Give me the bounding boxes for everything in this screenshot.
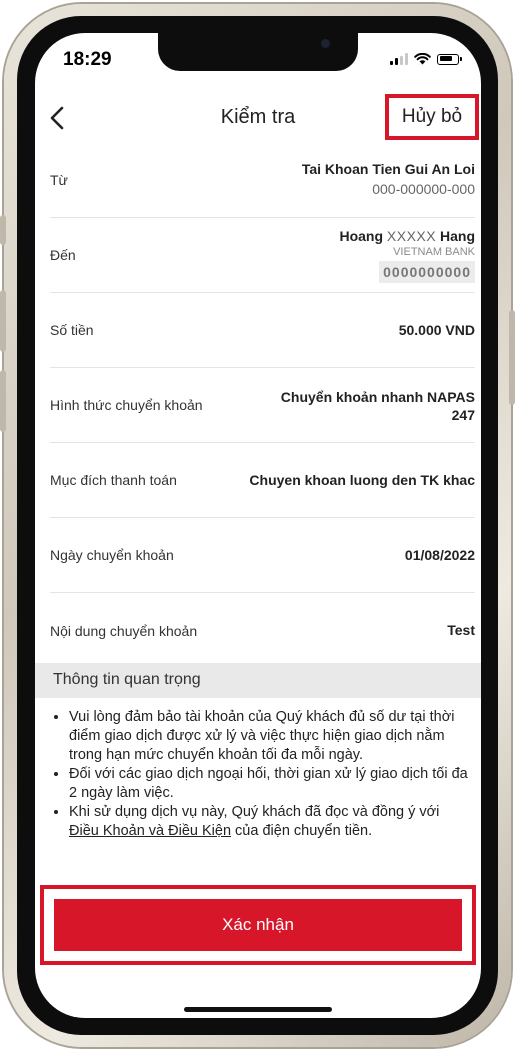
- wifi-icon: [414, 53, 431, 65]
- to-value: Hoang XXXXX Hang VIETNAM BANK 0000000000: [339, 227, 475, 283]
- header: Kiểm tra Hủy bỏ: [35, 93, 481, 143]
- to-name-mask: XXXXX: [386, 228, 437, 244]
- to-name: Hoang XXXXX Hang: [339, 227, 475, 245]
- signal-icon: [390, 53, 408, 65]
- content-label: Nội dung chuyển khoản: [50, 622, 198, 639]
- from-account-number: 000-000000-000: [372, 181, 475, 197]
- info-item: Vui lòng đảm bảo tài khoản của Quý khách…: [69, 708, 473, 765]
- row-content: Nội dung chuyển khoản Test: [50, 593, 475, 668]
- row-date: Ngày chuyển khoản 01/08/2022: [50, 518, 475, 593]
- method-value-line1: Chuyển khoản nhanh NAPAS: [280, 389, 475, 405]
- confirm-area: Xác nhận: [40, 885, 476, 965]
- important-info-title: Thông tin quan trọng: [53, 671, 201, 688]
- to-bank: VIETNAM BANK: [393, 246, 475, 258]
- purpose-label: Mục đích thanh toán: [50, 472, 177, 488]
- to-name-last: Hang: [436, 228, 475, 244]
- transfer-details: Từ Tai Khoan Tien Gui An Loi 000-000000-…: [35, 143, 481, 668]
- mute-switch: [0, 215, 6, 245]
- notch: [158, 33, 358, 71]
- volume-down-button: [0, 370, 6, 432]
- row-to: Đến Hoang XXXXX Hang VIETNAM BANK 000000…: [50, 218, 475, 293]
- date-label: Ngày chuyển khoản: [50, 547, 174, 563]
- amount-label: Số tiền: [50, 322, 94, 338]
- purpose-value: Chuyen khoan luong den TK khac: [249, 472, 475, 488]
- home-indicator[interactable]: [184, 1007, 332, 1012]
- info-item: Khi sử dụng dịch vụ này, Quý khách đã đọ…: [69, 803, 473, 841]
- amount-value: 50.000 VND: [398, 322, 475, 338]
- terms-conditions-link[interactable]: Điều Khoản và Điều Kiện: [69, 823, 231, 839]
- front-camera: [321, 39, 330, 48]
- from-account-name: Tai Khoan Tien Gui An Loi: [301, 161, 475, 177]
- from-label: Từ: [50, 172, 68, 188]
- row-purpose: Mục đích thanh toán Chuyen khoan luong d…: [50, 443, 475, 518]
- info-item: Đối với các giao dịch ngoại hối, thời gi…: [69, 765, 473, 803]
- status-icons: [390, 53, 462, 65]
- row-amount: Số tiền 50.000 VND: [50, 293, 475, 368]
- status-time: 18:29: [63, 49, 112, 70]
- important-info-list: Vui lòng đảm bảo tài khoản của Quý khách…: [53, 708, 473, 878]
- method-label: Hình thức chuyển khoản: [50, 397, 203, 413]
- date-value: 01/08/2022: [404, 547, 475, 563]
- volume-up-button: [0, 290, 6, 352]
- from-value: Tai Khoan Tien Gui An Loi 000-000000-000: [302, 160, 475, 198]
- screen: 18:29 Kiểm tra Hủy bỏ Từ Tai Khoan Tien …: [35, 33, 481, 1018]
- cancel-button[interactable]: Hủy bỏ: [385, 94, 479, 140]
- to-account-number: 0000000000: [379, 261, 475, 283]
- content-value: Test: [447, 622, 475, 638]
- confirm-button[interactable]: Xác nhận: [54, 899, 462, 951]
- power-button: [509, 310, 515, 405]
- info-item-text: Khi sử dụng dịch vụ này, Quý khách đã đọ…: [69, 804, 440, 820]
- method-value: Chuyển khoản nhanh NAPAS 247: [281, 388, 475, 424]
- important-info-header: Thông tin quan trọng: [35, 663, 481, 698]
- row-from: Từ Tai Khoan Tien Gui An Loi 000-000000-…: [50, 143, 475, 218]
- method-value-line2: 247: [451, 407, 475, 423]
- info-item-text: của điện chuyển tiền.: [231, 823, 373, 839]
- to-label: Đến: [50, 247, 76, 263]
- row-method: Hình thức chuyển khoản Chuyển khoản nhan…: [50, 368, 475, 443]
- battery-icon: [437, 53, 462, 65]
- to-name-first: Hoang: [339, 228, 387, 244]
